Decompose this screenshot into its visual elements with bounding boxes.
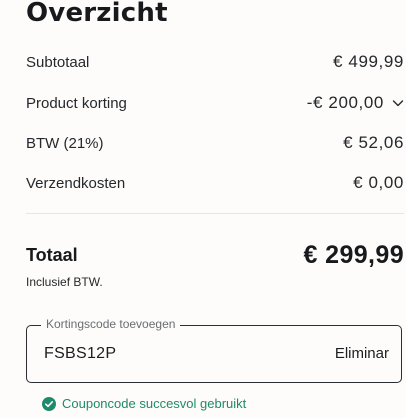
page-title: Overzicht [26, 0, 168, 28]
product-discount-row[interactable]: Product korting -€ 200,00 [26, 91, 404, 115]
check-circle-icon [42, 396, 56, 411]
divider [26, 213, 404, 214]
subtotal-row: Subtotaal € 499,99 [26, 50, 404, 74]
shipping-value: € 0,00 [353, 173, 404, 192]
order-summary: Overzicht Subtotaal € 499,99 Product kor… [0, 0, 406, 418]
vat-row: BTW (21%) € 52,06 [26, 131, 404, 155]
product-discount-toggle[interactable]: -€ 200,00 [307, 93, 404, 113]
coupon-success-text: Couponcode succesvol gebruikt [62, 396, 247, 411]
chevron-down-icon [392, 100, 404, 107]
coupon-field[interactable]: Kortingscode toevoegen Eliminar [26, 317, 402, 383]
product-discount-label: Product korting [26, 94, 127, 112]
shipping-row: Verzendkosten € 0,00 [26, 171, 404, 195]
product-discount-value: -€ 200,00 [306, 93, 384, 112]
total-value: € 299,99 [303, 240, 404, 269]
total-label: Totaal [26, 244, 78, 265]
vat-included-note: Inclusief BTW. [26, 275, 103, 289]
remove-coupon-button[interactable]: Eliminar [335, 345, 389, 362]
total-row: Totaal € 299,99 [26, 240, 404, 270]
coupon-success-message: Couponcode succesvol gebruikt [42, 396, 246, 411]
shipping-label: Verzendkosten [26, 174, 126, 192]
subtotal-value: € 499,99 [333, 52, 404, 71]
subtotal-label: Subtotaal [26, 53, 90, 71]
coupon-field-label: Kortingscode toevoegen [41, 317, 181, 331]
coupon-input[interactable] [44, 342, 304, 366]
vat-value: € 52,06 [343, 133, 404, 152]
vat-label: BTW (21%) [26, 134, 104, 152]
